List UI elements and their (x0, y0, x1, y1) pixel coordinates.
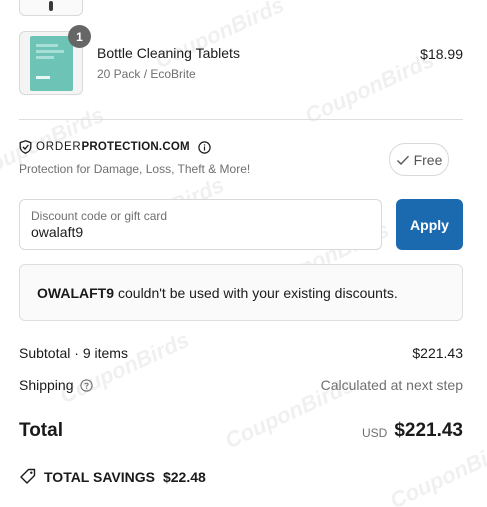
shield-check-icon (19, 140, 32, 154)
total-value: $221.43 (394, 420, 463, 441)
subtotal-row: Subtotal · 9 items $221.43 (19, 345, 463, 361)
discount-field-label: Discount code or gift card (31, 209, 168, 223)
savings-value: $22.48 (162, 468, 206, 485)
bottle-icon (49, 1, 53, 11)
total-savings: TOTAL SAVINGS $22.48 (19, 468, 206, 485)
order-protection-tagline: Protection for Damage, Loss, Theft & Mor… (19, 162, 251, 176)
product-thumbnail: 1 (19, 25, 91, 95)
checkmark-icon (396, 155, 409, 165)
watermark: CouponBirds (56, 326, 193, 409)
product-name: Bottle Cleaning Tablets (97, 45, 240, 61)
subtotal-label: Subtotal · 9 items (19, 345, 128, 361)
discount-field[interactable]: Discount code or gift card (19, 199, 382, 250)
error-text: couldn't be used with your existing disc… (118, 284, 398, 301)
info-icon[interactable] (198, 140, 211, 154)
divider (19, 119, 463, 120)
product-image (30, 36, 73, 91)
subtotal-value: $221.43 (412, 345, 463, 361)
total-label: Total (19, 420, 63, 441)
product-variant: 20 Pack / EcoBrite (97, 67, 196, 81)
order-protection-brand: ORDERPROTECTION.COM (36, 141, 190, 153)
discount-code-input[interactable] (31, 224, 361, 240)
watermark: CouponBirds (386, 431, 487, 507)
order-protection-free-toggle[interactable]: Free (389, 143, 449, 176)
previous-item-thumbnail (19, 0, 83, 16)
shipping-row: Shipping Calculated at next step (19, 377, 463, 393)
shipping-value: Calculated at next step (320, 377, 463, 393)
total-currency: USD (362, 426, 388, 440)
quantity-badge: 1 (68, 25, 91, 48)
line-item: 1 Bottle Cleaning Tablets 20 Pack / EcoB… (19, 25, 463, 95)
shipping-label: Shipping (19, 377, 74, 393)
discount-error-message: OWALAFT9 couldn't be used with your exis… (19, 264, 463, 321)
apply-button[interactable]: Apply (396, 199, 463, 250)
order-protection-logo: ORDERPROTECTION.COM (19, 140, 211, 154)
free-label: Free (413, 151, 443, 168)
error-discount-code: OWALAFT9 (37, 284, 114, 301)
product-price: $18.99 (420, 46, 463, 62)
help-icon[interactable] (79, 378, 93, 392)
tag-icon (20, 468, 36, 484)
savings-label: TOTAL SAVINGS (44, 468, 155, 485)
